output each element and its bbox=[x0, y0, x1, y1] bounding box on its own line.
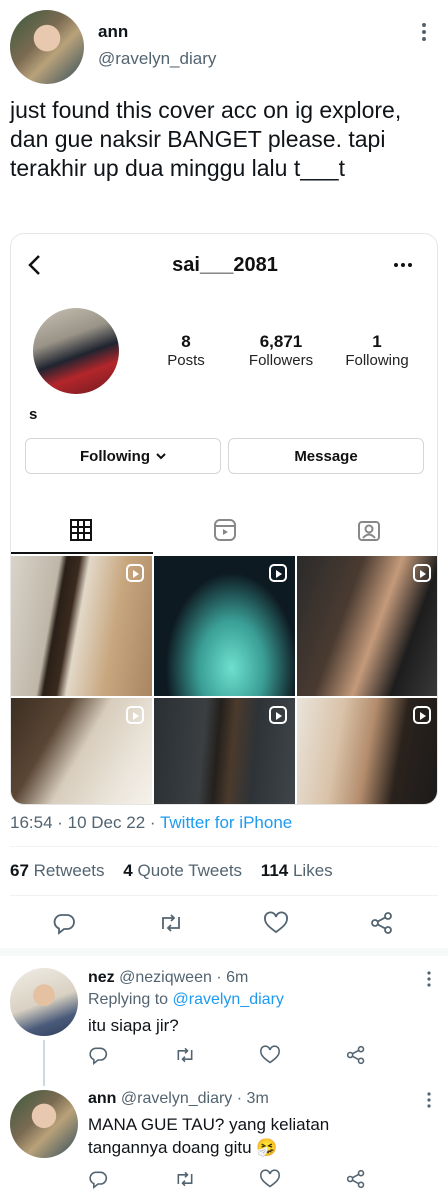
ig-post-thumbnail bbox=[154, 556, 295, 696]
ig-profile-avatar bbox=[33, 308, 119, 394]
retweet-icon[interactable] bbox=[174, 1045, 196, 1065]
reply-header: ann @ravelyn_diary · 3m bbox=[88, 1090, 269, 1108]
heart-icon[interactable] bbox=[259, 1169, 281, 1189]
ig-following-label: Following bbox=[80, 447, 150, 465]
tweet-meta: 16:54 · 10 Dec 22 · Twitter for iPhone bbox=[10, 813, 292, 833]
engagement-stats: 67 Retweets 4 Quote Tweets 114 Likes bbox=[10, 861, 333, 881]
reply-author-handle[interactable]: @ravelyn_diary bbox=[121, 1090, 232, 1107]
reels-tab-icon bbox=[214, 519, 236, 541]
quote-count: 4 bbox=[123, 861, 133, 880]
reply-icon[interactable] bbox=[52, 911, 76, 935]
author-avatar[interactable] bbox=[10, 10, 84, 84]
author-handle[interactable]: @ravelyn_diary bbox=[98, 49, 216, 69]
ig-post-thumbnail bbox=[297, 556, 437, 696]
replying-to: Replying to @ravelyn_diary bbox=[88, 991, 284, 1009]
reply-icon[interactable] bbox=[88, 1045, 108, 1065]
following-label: Following bbox=[345, 352, 409, 369]
posts-label: Posts bbox=[167, 352, 205, 369]
ig-post-thumbnail bbox=[297, 698, 437, 804]
reel-icon bbox=[126, 564, 144, 582]
likes-count: 114 bbox=[260, 861, 289, 880]
ig-post-thumbnail bbox=[11, 556, 152, 696]
ig-stat-following: 1 Following bbox=[337, 332, 417, 369]
ig-message-button: Message bbox=[228, 438, 424, 474]
tweet-source[interactable]: Twitter for iPhone bbox=[160, 813, 292, 832]
reel-icon bbox=[269, 706, 287, 724]
ig-following-button: Following bbox=[25, 438, 221, 474]
followers-label: Followers bbox=[248, 352, 314, 369]
reply-time: · 6m bbox=[216, 969, 249, 986]
ig-stat-followers: 6,871 Followers bbox=[239, 332, 323, 369]
tagged-tab-icon bbox=[358, 521, 380, 541]
ig-message-label: Message bbox=[294, 447, 358, 465]
quote-label: Quote Tweets bbox=[137, 861, 243, 880]
more-icon[interactable] bbox=[426, 1092, 432, 1108]
reply-avatar[interactable] bbox=[10, 968, 78, 1036]
retweets-count: 67 bbox=[10, 861, 29, 880]
more-icon[interactable] bbox=[420, 22, 428, 46]
tweet-text: just found this cover acc on ig explore,… bbox=[10, 97, 402, 181]
posts-count: 8 bbox=[181, 332, 191, 351]
reel-icon bbox=[126, 706, 144, 724]
tweet-timestamp[interactable]: 16:54 · 10 Dec 22 · bbox=[10, 813, 160, 832]
following-count: 1 bbox=[372, 332, 382, 351]
reel-icon bbox=[413, 706, 431, 724]
reply-author-handle[interactable]: @neziqween bbox=[119, 969, 212, 986]
retweets-stat[interactable]: 67 Retweets bbox=[10, 861, 105, 880]
heart-icon[interactable] bbox=[263, 911, 289, 935]
reply-icon[interactable] bbox=[88, 1169, 108, 1189]
reply-author-name[interactable]: nez bbox=[88, 969, 115, 986]
more-icon[interactable] bbox=[426, 971, 432, 987]
section-separator bbox=[0, 948, 448, 956]
reply-text: MANA GUE TAU? yang keliatan tangannya do… bbox=[88, 1115, 330, 1157]
ig-post-thumbnail bbox=[11, 698, 152, 804]
divider bbox=[10, 895, 438, 896]
retweet-icon[interactable] bbox=[174, 1169, 196, 1189]
active-tab-underline bbox=[11, 552, 153, 554]
share-icon[interactable] bbox=[346, 1169, 366, 1189]
thread-line bbox=[43, 1040, 45, 1086]
reply-header: nez @neziqween · 6m bbox=[88, 969, 248, 987]
reel-icon bbox=[413, 564, 431, 582]
quote-stat[interactable]: 4 Quote Tweets bbox=[123, 861, 242, 880]
ig-post-thumbnail bbox=[154, 698, 295, 804]
ig-more-icon bbox=[394, 263, 412, 267]
grid-tab-icon bbox=[70, 519, 92, 541]
ig-username: sai___2081 bbox=[172, 254, 278, 276]
chevron-down-icon bbox=[156, 452, 166, 459]
ig-stat-posts: 8 Posts bbox=[151, 332, 221, 369]
likes-label: Likes bbox=[292, 861, 333, 880]
divider bbox=[10, 846, 438, 847]
share-icon[interactable] bbox=[346, 1045, 366, 1065]
reply-avatar[interactable] bbox=[10, 1090, 78, 1158]
author-name[interactable]: ann bbox=[98, 22, 128, 42]
replying-to-prefix: Replying to bbox=[88, 991, 173, 1008]
likes-stat[interactable]: 114 Likes bbox=[261, 861, 333, 880]
share-icon[interactable] bbox=[370, 911, 394, 935]
heart-icon[interactable] bbox=[259, 1045, 281, 1065]
followers-count: 6,871 bbox=[259, 332, 303, 351]
ig-bio: s bbox=[29, 406, 38, 423]
reel-icon bbox=[269, 564, 287, 582]
replying-to-handle[interactable]: @ravelyn_diary bbox=[173, 991, 284, 1008]
retweets-label: Retweets bbox=[33, 861, 105, 880]
reply-time: · 3m bbox=[236, 1090, 269, 1107]
reply-text: itu siapa jir? bbox=[88, 1016, 179, 1035]
tweet-media-image[interactable]: sai___2081 8 Posts 6,871 Followers 1 Fol… bbox=[10, 233, 438, 805]
retweet-icon[interactable] bbox=[158, 911, 184, 935]
reply-author-name[interactable]: ann bbox=[88, 1090, 116, 1107]
